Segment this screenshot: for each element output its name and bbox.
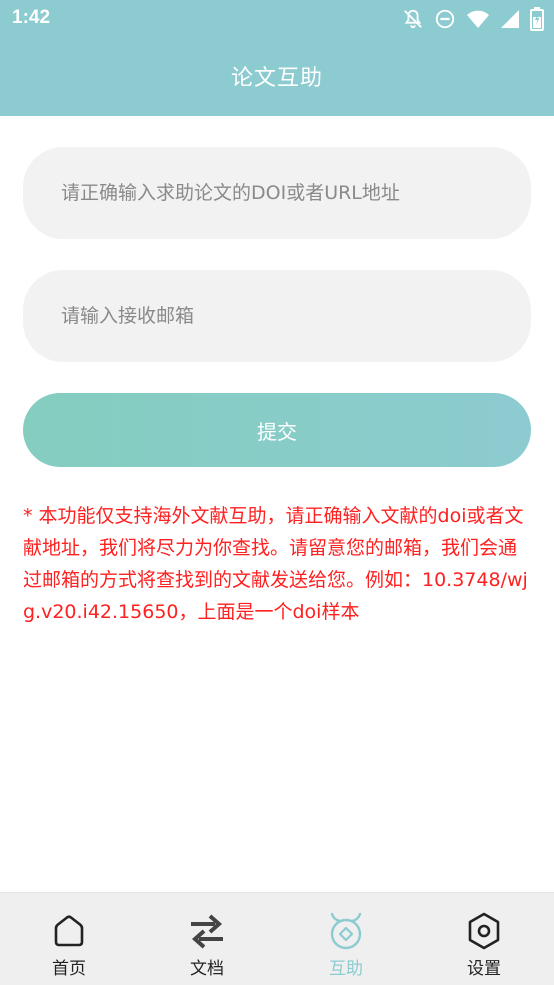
bottom-nav: 首页 文档 互助 设置 — [0, 892, 554, 985]
page-title: 论文互助 — [230, 66, 323, 91]
bell-off-icon — [402, 8, 424, 30]
doi-field[interactable] — [23, 147, 531, 239]
nav-item-home[interactable]: 首页 — [0, 893, 138, 985]
hexagon-settings-icon — [464, 911, 504, 951]
nav-item-help[interactable]: 互助 — [277, 893, 415, 985]
nav-label-settings: 设置 — [467, 959, 501, 979]
submit-button[interactable]: 提交 — [23, 393, 531, 467]
nav-item-settings[interactable]: 设置 — [415, 893, 553, 985]
status-bar: 1:42 — [0, 0, 554, 38]
swap-icon — [187, 911, 227, 951]
notice-text: * 本功能仅支持海外文献互助，请正确输入文献的doi或者文献地址，我们将尽力为你… — [23, 505, 528, 623]
nav-label-home: 首页 — [52, 959, 86, 979]
status-icons — [402, 7, 544, 31]
nav-label-docs: 文档 — [190, 959, 224, 979]
screen: 1:42 论文互助 请正确输入求助论文的DOI或者URL地址 请输入接收邮箱 提… — [0, 0, 554, 985]
status-time: 1:42 — [12, 7, 51, 28]
wifi-icon — [466, 8, 490, 30]
signal-icon — [500, 9, 520, 29]
nav-item-docs[interactable]: 文档 — [138, 893, 276, 985]
email-field[interactable] — [23, 270, 531, 362]
top-bar: 1:42 论文互助 — [0, 0, 554, 116]
doi-input[interactable] — [59, 181, 531, 205]
home-icon — [49, 911, 89, 951]
email-input[interactable] — [59, 304, 531, 328]
mutual-help-icon — [326, 911, 366, 951]
do-not-disturb-icon — [434, 8, 456, 30]
nav-label-help: 互助 — [329, 959, 363, 979]
battery-icon — [530, 7, 544, 31]
